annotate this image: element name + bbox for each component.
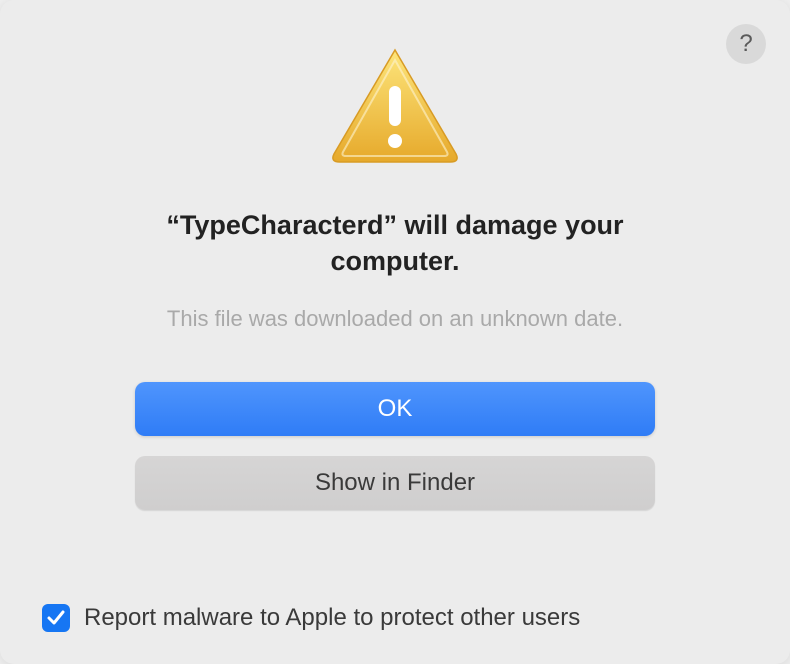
dialog-subtitle: This file was downloaded on an unknown d… — [167, 306, 623, 332]
ok-button[interactable]: OK — [135, 382, 655, 436]
warning-icon — [330, 46, 460, 169]
report-malware-row: Report malware to Apple to protect other… — [42, 604, 580, 632]
dialog-title: “TypeCharacterd” will damage your comput… — [115, 207, 675, 280]
show-in-finder-button[interactable]: Show in Finder — [135, 456, 655, 510]
checkmark-icon — [46, 608, 66, 628]
warning-triangle-icon — [330, 46, 460, 164]
help-button[interactable]: ? — [726, 24, 766, 64]
help-icon: ? — [739, 30, 752, 58]
report-malware-checkbox[interactable] — [42, 604, 70, 632]
alert-dialog: ? “TypeCharacterd” will damage your comp… — [0, 0, 790, 664]
report-malware-label[interactable]: Report malware to Apple to protect other… — [84, 604, 580, 632]
